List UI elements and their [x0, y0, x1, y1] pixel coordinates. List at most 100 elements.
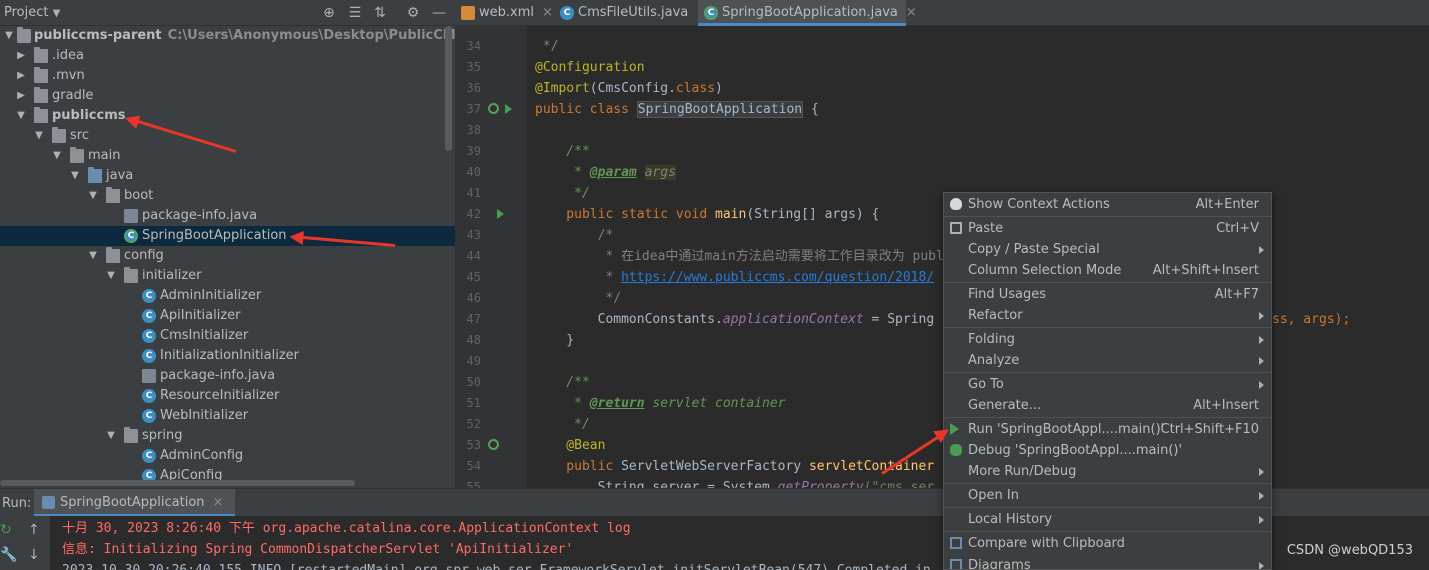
tree-item-initializationinitializer[interactable]: C InitializationInitializer	[0, 346, 455, 366]
run-tab[interactable]: SpringBootApplication ×	[34, 489, 236, 517]
tree-item-mvn[interactable]: ▶ .mvn	[0, 66, 455, 86]
code-line: @Bean	[535, 438, 606, 453]
close-icon[interactable]: ×	[213, 495, 224, 510]
gear-icon[interactable]: ⚙	[404, 4, 422, 22]
class-icon: C	[142, 349, 156, 363]
chevron-down-icon[interactable]: ▼	[105, 426, 117, 446]
menu-item-compare-with-clipboard[interactable]: Compare with Clipboard	[944, 533, 1271, 554]
tree-item-package-info-2[interactable]: package-info.java	[0, 366, 455, 386]
tree-item-publiccms[interactable]: ▼ publiccms	[0, 106, 455, 126]
tree-item-boot[interactable]: ▼ boot	[0, 186, 455, 206]
code-token: {	[803, 102, 819, 117]
tree-item-adminconfig[interactable]: C AdminConfig	[0, 446, 455, 466]
chevron-down-icon[interactable]: ▼	[3, 26, 15, 46]
tree-item-publiccms-parent[interactable]: ▼ publiccms-parent C:\Users\Anonymous\Des…	[0, 26, 455, 46]
tree-item-label: AdminConfig	[160, 448, 244, 463]
folder-icon	[70, 147, 84, 163]
menu-item-column-selection-mode[interactable]: Column Selection Mode Alt+Shift+Insert	[944, 260, 1271, 281]
line-number: 43	[466, 228, 481, 242]
class-icon: C	[142, 409, 156, 423]
chevron-down-icon[interactable]: ▼	[87, 246, 99, 266]
tree-vertical-scrollbar[interactable]	[445, 26, 452, 151]
project-view-selector[interactable]: Project ▼	[4, 5, 60, 20]
rerun-icon[interactable]: ↻	[0, 522, 12, 538]
tree-item-gradle[interactable]: ▶ gradle	[0, 86, 455, 106]
chevron-down-icon[interactable]: ▼	[33, 126, 45, 146]
tab-cmsfileutils[interactable]: C CmsFileUtils.java×	[554, 0, 707, 26]
tree-item-admininitializer[interactable]: C AdminInitializer	[0, 286, 455, 306]
arrow-up-icon[interactable]: ↑	[28, 522, 40, 538]
chevron-right-icon[interactable]: ▶	[15, 66, 27, 86]
minimize-icon[interactable]: —	[430, 4, 448, 22]
close-icon[interactable]: ×	[542, 5, 553, 20]
chevron-down-icon[interactable]: ▼	[105, 266, 117, 286]
menu-item-local-history[interactable]: Local History	[944, 509, 1271, 530]
menu-item-go-to[interactable]: Go To	[944, 374, 1271, 395]
menu-item-open-in[interactable]: Open In	[944, 485, 1271, 506]
chevron-down-icon[interactable]: ▼	[87, 186, 99, 206]
arrow-down-icon[interactable]: ↓	[28, 547, 40, 563]
tree-item-initializer[interactable]: ▼ initializer	[0, 266, 455, 286]
menu-item-find-usages[interactable]: Find Usages Alt+F7	[944, 284, 1271, 305]
menu-item-debug[interactable]: Debug 'SpringBootAppl....main()'	[944, 440, 1271, 461]
menu-item-label: Go To	[968, 377, 1004, 392]
run-gutter-icon[interactable]	[497, 209, 504, 219]
tree-item-resourceinitializer[interactable]: C ResourceInitializer	[0, 386, 455, 406]
tree-item-apiinitializer[interactable]: C ApiInitializer	[0, 306, 455, 326]
line-number: 44	[466, 249, 481, 263]
module-folder-icon	[17, 27, 31, 43]
tree-item-spring[interactable]: ▼ spring	[0, 426, 455, 446]
menu-item-show-context-actions[interactable]: Show Context Actions Alt+Enter	[944, 194, 1271, 215]
line-number: 50	[466, 375, 481, 389]
tree-item-webinitializer[interactable]: C WebInitializer	[0, 406, 455, 426]
tree-item-package-info[interactable]: package-info.java	[0, 206, 455, 226]
code-token: *	[535, 396, 590, 411]
menu-item-label: Open In	[968, 488, 1019, 503]
code-token: public static void	[535, 207, 716, 222]
console-line: 信息: Initializing Spring CommonDispatcher…	[62, 542, 574, 557]
chevron-down-icon[interactable]: ▼	[15, 106, 27, 126]
code-token: CommonConstants.	[535, 312, 723, 327]
menu-item-shortcut: Alt+Insert	[1193, 398, 1259, 413]
menu-item-diagrams[interactable]: Diagrams	[944, 555, 1271, 569]
menu-item-paste[interactable]: Paste Ctrl+V	[944, 218, 1271, 239]
code-line: @Import(CmsConfig.class)	[535, 78, 723, 99]
code-token: = Spring	[863, 312, 935, 327]
menu-item-refactor[interactable]: Refactor	[944, 305, 1271, 326]
code-link[interactable]: https://www.publiccms.com/question/2018/	[621, 270, 934, 285]
chevron-right-icon[interactable]: ▶	[15, 86, 27, 106]
menu-item-generate[interactable]: Generate... Alt+Insert	[944, 395, 1271, 416]
submenu-arrow-icon	[1259, 312, 1264, 320]
project-toolbar: Project ▼ ⊕ ☰ ⇅ ⚙ —	[0, 0, 455, 26]
expand-all-icon[interactable]: ☰	[346, 4, 364, 22]
menu-item-more-run-debug[interactable]: More Run/Debug	[944, 461, 1271, 482]
menu-item-analyze[interactable]: Analyze	[944, 350, 1271, 371]
chevron-down-icon[interactable]: ▼	[69, 166, 81, 186]
menu-item-copy-paste-special[interactable]: Copy / Paste Special	[944, 239, 1271, 260]
run-gutter-icon[interactable]	[505, 104, 512, 114]
line-number: 51	[466, 396, 481, 410]
tree-item-src[interactable]: ▼ src	[0, 126, 455, 146]
spring-bean-gutter-icon[interactable]	[488, 103, 499, 114]
chevron-down-icon[interactable]: ▼	[51, 146, 63, 166]
locate-target-icon[interactable]: ⊕	[320, 4, 338, 22]
tab-springbootapplication[interactable]: C SpringBootApplication.java ×	[698, 0, 917, 26]
code-token: String server = System.	[535, 480, 778, 488]
menu-item-label: Refactor	[968, 308, 1023, 323]
menu-item-run[interactable]: Run 'SpringBootAppl....main()' Ctrl+Shift…	[944, 419, 1271, 440]
tree-item-idea[interactable]: ▶ .idea	[0, 46, 455, 66]
collapse-all-icon[interactable]: ⇅	[371, 4, 389, 22]
close-icon[interactable]: ×	[906, 5, 917, 20]
tree-item-java[interactable]: ▼ java	[0, 166, 455, 186]
tree-item-cmsinitializer[interactable]: C CmsInitializer	[0, 326, 455, 346]
tree-horizontal-scrollbar[interactable]	[0, 480, 355, 486]
tree-item-config[interactable]: ▼ config	[0, 246, 455, 266]
spring-bean-gutter-icon[interactable]	[488, 439, 499, 450]
tab-web-xml[interactable]: web.xml ×	[455, 0, 553, 26]
menu-separator	[944, 372, 1271, 373]
menu-item-folding[interactable]: Folding	[944, 329, 1271, 350]
chevron-right-icon[interactable]: ▶	[15, 46, 27, 66]
code-token: *	[535, 165, 590, 180]
line-number: 53	[466, 438, 481, 452]
wrench-icon[interactable]: 🔧	[0, 547, 17, 563]
